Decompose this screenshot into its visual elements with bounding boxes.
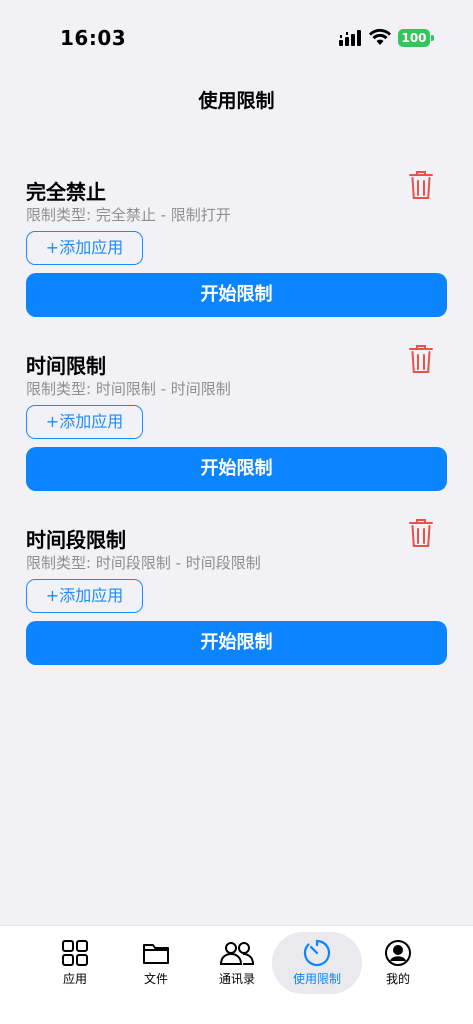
tab-label: 使用限制 [292,972,341,986]
page-title: 使用限制 [198,90,275,112]
screen: 16:03 100 使用限制 完全禁止 限制类型: 完全禁止 - 限制打开 +添… [0,0,473,1024]
tab-label: 通讯录 [218,972,255,986]
add-app-button[interactable]: +添加应用 [26,579,143,613]
battery-cap [431,35,434,41]
cellular-signal-icon [339,30,361,46]
start-restriction-button[interactable]: 开始限制 [26,621,447,665]
status-time: 16:03 [60,26,127,50]
battery-level: 100 [398,29,430,47]
trash-icon[interactable] [409,170,433,200]
tab-profile[interactable]: 我的 [353,932,443,994]
trash-icon[interactable] [409,344,433,374]
restriction-type: 限制类型: 时间段限制 - 时间段限制 [26,554,261,572]
tab-contacts[interactable]: 通讯录 [192,932,282,994]
add-app-button[interactable]: +添加应用 [26,231,143,265]
restriction-card-full-ban: 完全禁止 限制类型: 完全禁止 - 限制打开 +添加应用 开始限制 [26,171,447,326]
tab-usage-limits[interactable]: 使用限制 [272,932,362,994]
restriction-title: 完全禁止 [26,180,106,204]
tab-files[interactable]: 文件 [111,932,201,994]
restriction-title: 时间限制 [26,354,106,378]
contacts-icon [219,942,255,965]
start-restriction-button[interactable]: 开始限制 [26,273,447,317]
timer-icon [303,939,331,967]
restriction-card-time-period: 时间段限制 限制类型: 时间段限制 - 时间段限制 +添加应用 开始限制 [26,519,447,674]
profile-icon [385,940,411,966]
restriction-type: 限制类型: 完全禁止 - 限制打开 [26,206,231,224]
apps-grid-icon [62,940,88,966]
restriction-card-time-limit: 时间限制 限制类型: 时间限制 - 时间限制 +添加应用 开始限制 [26,345,447,500]
folder-icon [143,944,169,964]
tab-bar: 应用 文件 通讯录 使用限制 我的 [0,925,473,1024]
status-bar: 16:03 100 [0,0,473,70]
start-restriction-button[interactable]: 开始限制 [26,447,447,491]
wifi-icon [369,28,391,45]
tab-apps[interactable]: 应用 [30,932,120,994]
restriction-type: 限制类型: 时间限制 - 时间限制 [26,380,231,398]
tab-label: 应用 [62,972,87,986]
tab-label: 我的 [385,972,410,986]
restriction-title: 时间段限制 [26,528,126,552]
battery-icon: 100 [398,29,434,47]
add-app-button[interactable]: +添加应用 [26,405,143,439]
tab-label: 文件 [143,972,168,986]
trash-icon[interactable] [409,518,433,548]
